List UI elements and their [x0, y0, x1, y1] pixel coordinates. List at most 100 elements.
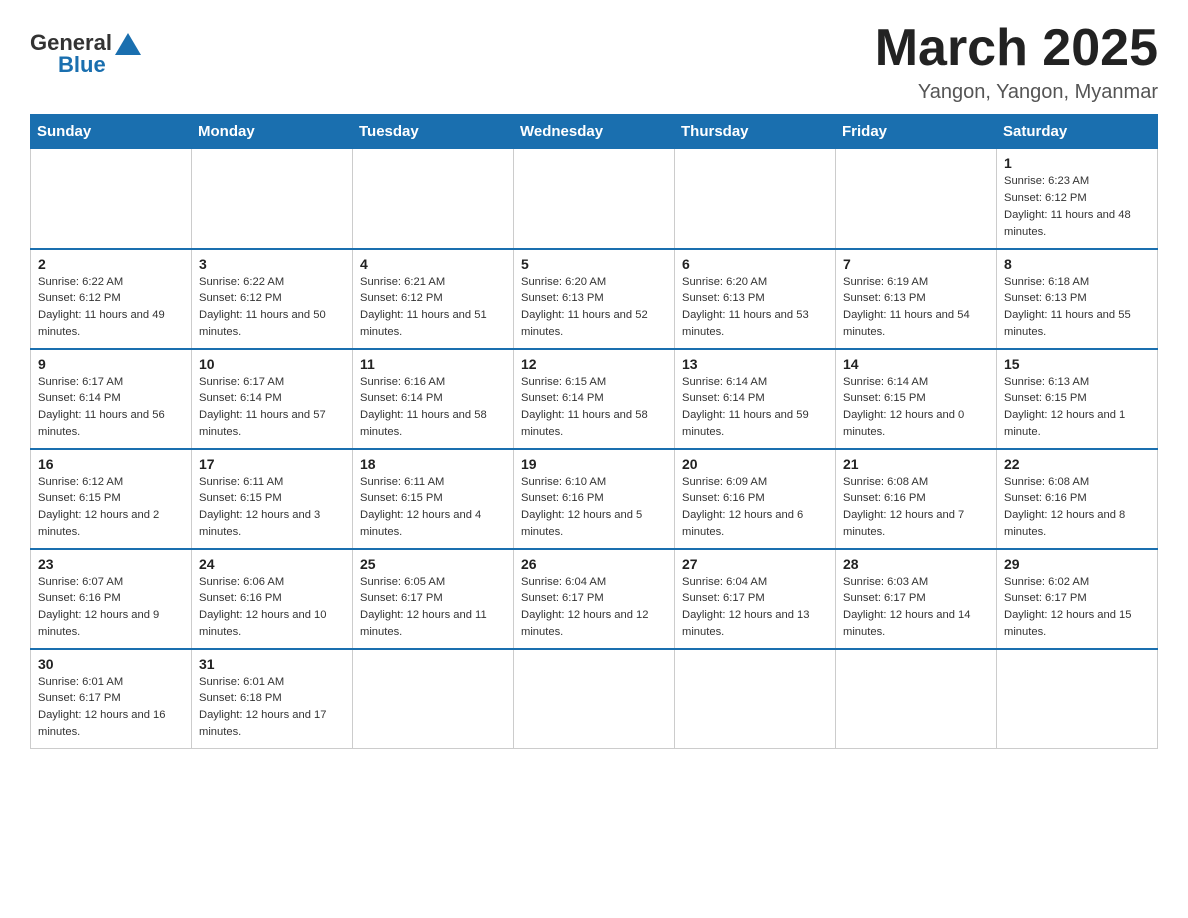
day-info: Sunrise: 6:21 AM Sunset: 6:12 PM Dayligh…	[360, 274, 506, 341]
day-info: Sunrise: 6:01 AM Sunset: 6:18 PM Dayligh…	[199, 674, 345, 741]
day-number: 9	[38, 356, 184, 372]
calendar-cell: 26 Sunrise: 6:04 AM Sunset: 6:17 PM Dayli…	[514, 549, 675, 649]
day-info: Sunrise: 6:14 AM Sunset: 6:14 PM Dayligh…	[682, 374, 828, 441]
day-info: Sunrise: 6:10 AM Sunset: 6:16 PM Dayligh…	[521, 474, 667, 541]
calendar-cell	[675, 649, 836, 749]
day-info: Sunrise: 6:08 AM Sunset: 6:16 PM Dayligh…	[1004, 474, 1150, 541]
day-info: Sunrise: 6:11 AM Sunset: 6:15 PM Dayligh…	[199, 474, 345, 541]
day-header-tuesday: Tuesday	[353, 115, 514, 149]
calendar-cell: 8 Sunrise: 6:18 AM Sunset: 6:13 PM Daylig…	[997, 249, 1158, 349]
day-number: 12	[521, 356, 667, 372]
calendar-table: SundayMondayTuesdayWednesdayThursdayFrid…	[30, 114, 1158, 749]
day-number: 8	[1004, 256, 1150, 272]
day-info: Sunrise: 6:09 AM Sunset: 6:16 PM Dayligh…	[682, 474, 828, 541]
day-info: Sunrise: 6:15 AM Sunset: 6:14 PM Dayligh…	[521, 374, 667, 441]
day-info: Sunrise: 6:20 AM Sunset: 6:13 PM Dayligh…	[521, 274, 667, 341]
day-number: 2	[38, 256, 184, 272]
day-info: Sunrise: 6:06 AM Sunset: 6:16 PM Dayligh…	[199, 574, 345, 641]
calendar-cell	[31, 149, 192, 249]
day-info: Sunrise: 6:13 AM Sunset: 6:15 PM Dayligh…	[1004, 374, 1150, 441]
day-number: 18	[360, 456, 506, 472]
day-info: Sunrise: 6:19 AM Sunset: 6:13 PM Dayligh…	[843, 274, 989, 341]
day-number: 3	[199, 256, 345, 272]
day-number: 1	[1004, 155, 1150, 171]
calendar-cell: 12 Sunrise: 6:15 AM Sunset: 6:14 PM Dayli…	[514, 349, 675, 449]
day-info: Sunrise: 6:18 AM Sunset: 6:13 PM Dayligh…	[1004, 274, 1150, 341]
day-number: 20	[682, 456, 828, 472]
calendar-cell	[675, 149, 836, 249]
calendar-cell	[353, 149, 514, 249]
calendar-cell: 21Sunrise: 6:08 AM Sunset: 6:16 PM Dayli…	[836, 449, 997, 549]
day-number: 28	[843, 556, 989, 572]
day-number: 6	[682, 256, 828, 272]
calendar-cell	[836, 149, 997, 249]
calendar-cell: 2 Sunrise: 6:22 AM Sunset: 6:12 PM Daylig…	[31, 249, 192, 349]
day-info: Sunrise: 6:11 AM Sunset: 6:15 PM Dayligh…	[360, 474, 506, 541]
day-info: Sunrise: 6:20 AM Sunset: 6:13 PM Dayligh…	[682, 274, 828, 341]
calendar-cell: 1 Sunrise: 6:23 AM Sunset: 6:12 PM Daylig…	[997, 149, 1158, 249]
calendar-cell: 18 Sunrise: 6:11 AM Sunset: 6:15 PM Dayli…	[353, 449, 514, 549]
calendar-cell: 25Sunrise: 6:05 AM Sunset: 6:17 PM Dayli…	[353, 549, 514, 649]
day-number: 29	[1004, 556, 1150, 572]
calendar-cell: 7 Sunrise: 6:19 AM Sunset: 6:13 PM Daylig…	[836, 249, 997, 349]
day-number: 16	[38, 456, 184, 472]
logo-blue-text: Blue	[58, 52, 106, 78]
day-number: 14	[843, 356, 989, 372]
day-number: 13	[682, 356, 828, 372]
calendar-cell: 22 Sunrise: 6:08 AM Sunset: 6:16 PM Dayli…	[997, 449, 1158, 549]
calendar-cell	[514, 149, 675, 249]
day-number: 21	[843, 456, 989, 472]
calendar-cell: 23 Sunrise: 6:07 AM Sunset: 6:16 PM Dayli…	[31, 549, 192, 649]
calendar-cell: 10Sunrise: 6:17 AM Sunset: 6:14 PM Dayli…	[192, 349, 353, 449]
day-info: Sunrise: 6:23 AM Sunset: 6:12 PM Dayligh…	[1004, 173, 1150, 240]
day-number: 22	[1004, 456, 1150, 472]
day-info: Sunrise: 6:05 AM Sunset: 6:17 PM Dayligh…	[360, 574, 506, 641]
calendar-cell: 4Sunrise: 6:21 AM Sunset: 6:12 PM Daylig…	[353, 249, 514, 349]
header: General Blue March 2025 Yangon, Yangon, …	[30, 20, 1158, 104]
day-header-thursday: Thursday	[675, 115, 836, 149]
calendar-cell: 31 Sunrise: 6:01 AM Sunset: 6:18 PM Dayli…	[192, 649, 353, 749]
day-info: Sunrise: 6:17 AM Sunset: 6:14 PM Dayligh…	[38, 374, 184, 441]
calendar-subtitle: Yangon, Yangon, Myanmar	[875, 81, 1158, 104]
week-row-1: 1 Sunrise: 6:23 AM Sunset: 6:12 PM Daylig…	[31, 149, 1158, 249]
day-info: Sunrise: 6:16 AM Sunset: 6:14 PM Dayligh…	[360, 374, 506, 441]
day-info: Sunrise: 6:14 AM Sunset: 6:15 PM Dayligh…	[843, 374, 989, 441]
calendar-cell: 6 Sunrise: 6:20 AM Sunset: 6:13 PM Daylig…	[675, 249, 836, 349]
day-headers-row: SundayMondayTuesdayWednesdayThursdayFrid…	[31, 115, 1158, 149]
calendar-cell: 14 Sunrise: 6:14 AM Sunset: 6:15 PM Dayli…	[836, 349, 997, 449]
calendar-cell	[192, 149, 353, 249]
calendar-cell: 20 Sunrise: 6:09 AM Sunset: 6:16 PM Dayli…	[675, 449, 836, 549]
week-row-4: 16 Sunrise: 6:12 AM Sunset: 6:15 PM Dayli…	[31, 449, 1158, 549]
week-row-3: 9 Sunrise: 6:17 AM Sunset: 6:14 PM Daylig…	[31, 349, 1158, 449]
day-number: 5	[521, 256, 667, 272]
day-header-friday: Friday	[836, 115, 997, 149]
day-info: Sunrise: 6:22 AM Sunset: 6:12 PM Dayligh…	[199, 274, 345, 341]
day-number: 7	[843, 256, 989, 272]
calendar-cell: 29 Sunrise: 6:02 AM Sunset: 6:17 PM Dayli…	[997, 549, 1158, 649]
day-info: Sunrise: 6:22 AM Sunset: 6:12 PM Dayligh…	[38, 274, 184, 341]
logo: General Blue	[30, 20, 141, 78]
calendar-cell: 24Sunrise: 6:06 AM Sunset: 6:16 PM Dayli…	[192, 549, 353, 649]
day-number: 23	[38, 556, 184, 572]
title-area: March 2025 Yangon, Yangon, Myanmar	[875, 20, 1158, 104]
calendar-cell	[514, 649, 675, 749]
day-number: 26	[521, 556, 667, 572]
day-number: 19	[521, 456, 667, 472]
week-row-6: 30Sunrise: 6:01 AM Sunset: 6:17 PM Dayli…	[31, 649, 1158, 749]
day-info: Sunrise: 6:02 AM Sunset: 6:17 PM Dayligh…	[1004, 574, 1150, 641]
day-number: 17	[199, 456, 345, 472]
day-info: Sunrise: 6:04 AM Sunset: 6:17 PM Dayligh…	[521, 574, 667, 641]
logo-triangle-icon	[115, 33, 141, 55]
day-info: Sunrise: 6:01 AM Sunset: 6:17 PM Dayligh…	[38, 674, 184, 741]
week-row-2: 2 Sunrise: 6:22 AM Sunset: 6:12 PM Daylig…	[31, 249, 1158, 349]
day-number: 31	[199, 656, 345, 672]
calendar-cell	[836, 649, 997, 749]
day-info: Sunrise: 6:07 AM Sunset: 6:16 PM Dayligh…	[38, 574, 184, 641]
day-info: Sunrise: 6:17 AM Sunset: 6:14 PM Dayligh…	[199, 374, 345, 441]
calendar-cell: 15Sunrise: 6:13 AM Sunset: 6:15 PM Dayli…	[997, 349, 1158, 449]
calendar-cell: 11Sunrise: 6:16 AM Sunset: 6:14 PM Dayli…	[353, 349, 514, 449]
calendar-cell: 16 Sunrise: 6:12 AM Sunset: 6:15 PM Dayli…	[31, 449, 192, 549]
calendar-cell: 19 Sunrise: 6:10 AM Sunset: 6:16 PM Dayli…	[514, 449, 675, 549]
day-header-saturday: Saturday	[997, 115, 1158, 149]
day-info: Sunrise: 6:12 AM Sunset: 6:15 PM Dayligh…	[38, 474, 184, 541]
